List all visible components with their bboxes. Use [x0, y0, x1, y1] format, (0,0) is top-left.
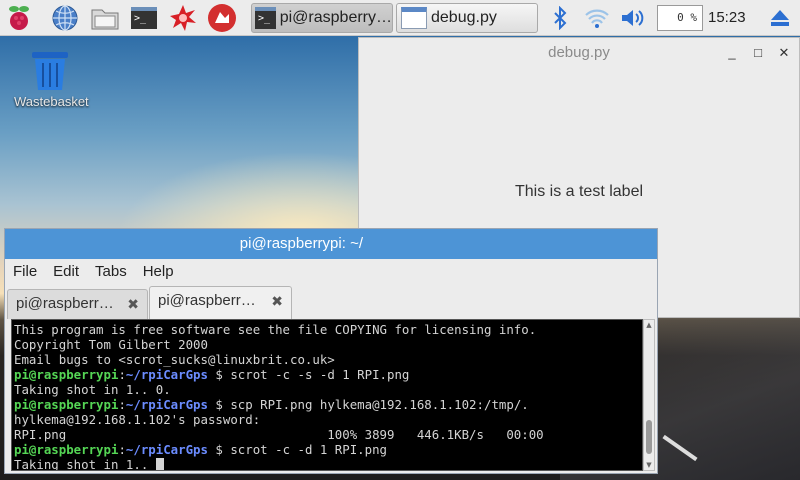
wastebasket-label: Wastebasket [14, 94, 89, 109]
terminal-tab-label: pi@raspberr… [158, 292, 256, 309]
terminal-titlebar[interactable]: pi@raspberrypi: ~/ [5, 229, 657, 259]
terminal-tabbar: pi@raspberr… ✖ pi@raspberr… ✖ [5, 285, 657, 319]
prompt-user: pi@raspberrypi [14, 367, 119, 382]
bluetooth-icon[interactable] [545, 3, 575, 33]
clock[interactable]: 15:23 [708, 0, 746, 36]
prompt-user: pi@raspberrypi [14, 397, 119, 412]
scroll-down-icon[interactable]: ▼ [644, 461, 654, 469]
terminal-line-text: Taking shot in 1.. [14, 457, 156, 471]
terminal-line: Taking shot in 1.. [14, 457, 642, 471]
terminal-cursor [155, 458, 164, 470]
cpu-usage-meter[interactable]: 0 % [657, 5, 703, 31]
terminal-line: RPI.png 100% 3899 446.1KB/s 00:00 [14, 427, 544, 442]
wastebasket-desktop-item[interactable]: Wastebasket [14, 50, 104, 109]
tab-close-icon[interactable]: ✖ [127, 290, 139, 318]
terminal-line: This program is free software see the fi… [14, 322, 537, 337]
prompt-path: ~/rpiCarGps [125, 397, 208, 412]
prompt-colon: : [118, 367, 126, 382]
terminal-menubar: File Edit Tabs Help [5, 259, 657, 285]
file-manager-icon[interactable] [90, 3, 120, 33]
menu-help[interactable]: Help [135, 259, 182, 285]
terminal-prompt-line: pi@raspberrypi:~/rpiCarGps $ scp RPI.png… [14, 397, 642, 412]
terminal-prompt-line: pi@raspberrypi:~/rpiCarGps $ scrot -c -s… [14, 367, 642, 382]
menu-edit[interactable]: Edit [45, 259, 87, 285]
prompt-path: ~/rpiCarGps [125, 442, 208, 457]
scrollbar-thumb[interactable] [646, 420, 652, 454]
debug-window-titlebar[interactable]: debug.py _ □ ✕ [359, 38, 799, 68]
menu-file[interactable]: File [5, 259, 45, 285]
terminal-line: Taking shot in 1.. 0. [14, 382, 171, 397]
prompt-command: $ scrot -c -d 1 RPI.png [207, 442, 388, 457]
prompt-user: pi@raspberrypi [14, 442, 119, 457]
prompt-path: ~/rpiCarGps [125, 367, 208, 382]
terminal-tab-label: pi@raspberr… [16, 295, 114, 312]
minimize-button[interactable]: _ [721, 38, 743, 68]
terminal-line: Copyright Tom Gilbert 2000 [14, 337, 208, 352]
window-task-icon [401, 7, 427, 29]
debug-window-title: debug.py [548, 44, 610, 61]
taskbar-task-label: pi@raspberry… [279, 9, 392, 26]
terminal-window: pi@raspberrypi: ~/ File Edit Tabs Help p… [4, 228, 658, 474]
prompt-colon: : [118, 397, 126, 412]
close-button[interactable]: ✕ [773, 38, 795, 68]
wifi-icon[interactable] [582, 3, 612, 33]
terminal-line: hylkema@192.168.1.102's password: [14, 412, 261, 427]
terminal-scrollbar[interactable]: ▲ ▼ [643, 319, 655, 471]
terminal-task-icon: >_ [255, 7, 276, 29]
terminal-launcher-icon[interactable]: >_ [129, 3, 159, 33]
raspberry-menu-icon[interactable] [4, 3, 34, 33]
terminal-tab-2[interactable]: pi@raspberr… ✖ [149, 286, 292, 319]
terminal-line: Email bugs to <scrot_sucks@linuxbrit.co.… [14, 352, 335, 367]
terminal-tab-1[interactable]: pi@raspberr… ✖ [7, 289, 148, 319]
terminal-prompt-line: pi@raspberrypi:~/rpiCarGps $ scrot -c -d… [14, 442, 642, 457]
taskbar-task-label: debug.py [431, 9, 497, 26]
volume-icon[interactable] [618, 3, 648, 33]
taskbar-task-terminal[interactable]: >_ pi@raspberry… [251, 3, 393, 33]
test-label: This is a test label [514, 183, 644, 200]
eject-icon[interactable] [765, 3, 795, 33]
terminal-output[interactable]: This program is free software see the fi… [11, 319, 643, 471]
prompt-colon: : [118, 442, 126, 457]
wolfram-icon[interactable] [207, 3, 237, 33]
scroll-up-icon[interactable]: ▲ [644, 321, 654, 329]
taskbar: >_ >_ pi@raspberry… debug.py 0 % 15:23 [0, 0, 800, 36]
tab-close-icon[interactable]: ✖ [271, 287, 283, 315]
taskbar-task-debug[interactable]: debug.py [396, 3, 538, 33]
menu-tabs[interactable]: Tabs [87, 259, 135, 285]
prompt-command: $ scp RPI.png hylkema@192.168.1.102:/tmp… [207, 397, 529, 412]
terminal-title: pi@raspberrypi: ~/ [239, 235, 363, 252]
mathematica-icon[interactable] [168, 3, 198, 33]
trash-icon [32, 52, 68, 90]
maximize-button[interactable]: □ [747, 38, 769, 68]
prompt-command: $ scrot -c -s -d 1 RPI.png [207, 367, 410, 382]
web-browser-icon[interactable] [50, 3, 80, 33]
